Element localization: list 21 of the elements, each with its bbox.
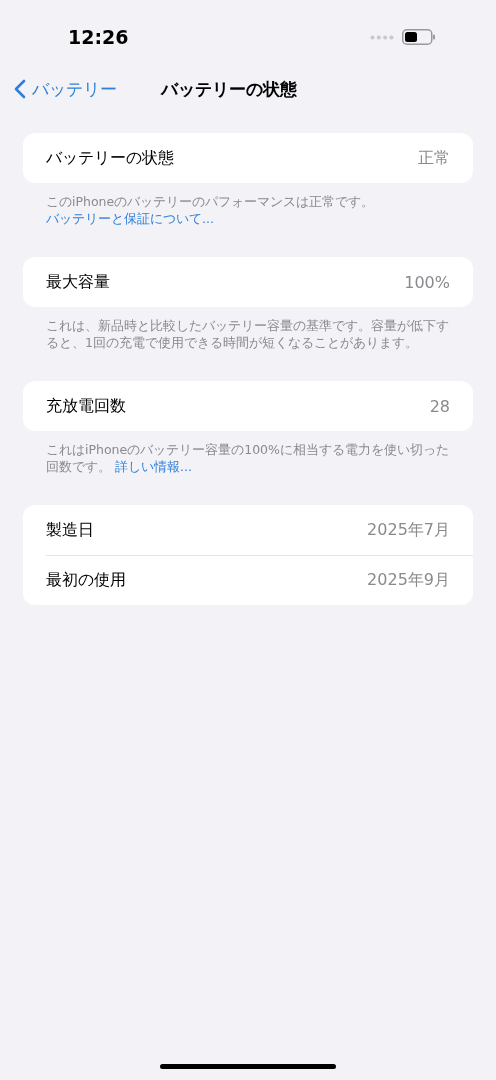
row-value: 100% bbox=[404, 272, 450, 292]
chevron-left-icon bbox=[14, 79, 26, 99]
row-value: 正常 bbox=[418, 147, 450, 169]
footer-text: これは、新品時と比較したバッテリー容量の基準です。容量が低下すると、1回の充電で使用できる時間が短くなることがあります。 bbox=[46, 317, 450, 351]
status-time: 12:26 bbox=[68, 26, 129, 48]
footer-text: これはiPhoneのバッテリー容量の100%に相当する電力を使い切った回数です。 詳しい情報... bbox=[46, 441, 450, 475]
page-title: バッテリーの状態 bbox=[161, 77, 297, 101]
row-label: 製造日 bbox=[46, 519, 94, 541]
row-value: 2025年7月 bbox=[367, 519, 450, 541]
back-button[interactable]: バッテリー bbox=[14, 77, 117, 101]
info-link[interactable]: 詳しい情報... bbox=[115, 459, 192, 474]
battery-icon bbox=[402, 29, 436, 45]
footer-text: このiPhoneのバッテリーのパフォーマンスは正常です。 バッテリーと保証について... bbox=[46, 193, 376, 227]
row-value: 2025年9月 bbox=[367, 570, 450, 591]
row-label: 充放電回数 bbox=[46, 395, 126, 417]
row-label: 最初の使用 bbox=[46, 570, 126, 591]
row-label: 最大容量 bbox=[46, 271, 110, 293]
signal-icon bbox=[370, 34, 394, 40]
row-value: 28 bbox=[429, 396, 450, 416]
info-link[interactable]: バッテリーと保証について... bbox=[46, 211, 214, 226]
row-label: バッテリーの状態 bbox=[46, 147, 174, 169]
